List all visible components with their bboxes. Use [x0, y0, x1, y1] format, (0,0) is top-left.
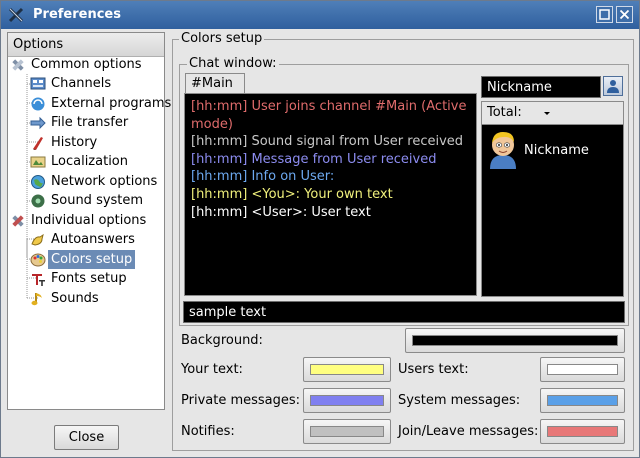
your-text-color-swatch — [310, 364, 384, 375]
sidebar-item-label: Fonts setup — [51, 271, 127, 286]
sidebar-item-label: Common options — [31, 57, 142, 72]
preferences-window: Preferences Options Common options Chann… — [0, 0, 640, 458]
chevron-down-icon[interactable] — [542, 107, 552, 122]
fonts-icon — [30, 271, 46, 287]
palette-icon — [30, 252, 46, 268]
external-programs-icon — [30, 96, 46, 112]
user-list[interactable]: Total: Nickname — [481, 101, 624, 297]
notifies-color-swatch — [310, 426, 384, 437]
user-list-header[interactable]: Total: — [482, 102, 623, 125]
tools-icon — [10, 57, 26, 73]
localization-icon — [30, 154, 46, 170]
sidebar-item-label: Colors setup — [48, 250, 136, 269]
file-transfer-icon — [30, 115, 46, 131]
your-text-color-button[interactable] — [303, 357, 391, 382]
maximize-button[interactable] — [596, 6, 613, 23]
tools-icon — [10, 213, 26, 229]
sidebar-item-label: Individual options — [31, 213, 147, 228]
sidebar-item-label: Network options — [51, 174, 158, 189]
private-messages-label: Private messages: — [181, 393, 301, 408]
network-icon — [30, 174, 46, 190]
sidebar-item-label: Autoanswers — [51, 232, 135, 247]
system-messages-color-button[interactable] — [540, 388, 625, 413]
system-messages-label: System messages: — [398, 393, 521, 408]
close-icon — [619, 9, 630, 20]
background-color-button[interactable] — [405, 328, 625, 353]
notifies-label: Notifies: — [181, 424, 235, 439]
close-button[interactable]: Close — [54, 425, 119, 450]
chat-line-join: [hh:mm] User joins channel #Main (Active… — [191, 99, 467, 132]
your-text-label: Your text: — [181, 362, 243, 377]
join-leave-messages-label: Join/Leave messages: — [398, 424, 539, 439]
private-messages-color-swatch — [310, 395, 384, 406]
maximize-icon — [599, 9, 610, 20]
background-color-swatch — [412, 335, 618, 346]
user-nickname: Nickname — [524, 143, 589, 158]
window-title: Preferences — [33, 7, 121, 22]
user-info-button[interactable] — [603, 76, 623, 96]
chat-line-private-message: [hh:mm] Message from User received — [191, 151, 437, 167]
user-list-item[interactable]: Nickname — [486, 129, 621, 169]
title-bar[interactable]: Preferences — [1, 1, 639, 29]
chat-line-user-text: [hh:mm] <User>: User text — [191, 204, 371, 220]
options-tree[interactable]: Options Common options Channels External… — [7, 32, 171, 410]
chat-line-info: [hh:mm] Info on User: — [191, 169, 335, 185]
sidebar-item-label: Channels — [51, 76, 112, 91]
nickname-field[interactable]: Nickname — [481, 76, 601, 98]
user-avatar-icon — [486, 129, 520, 173]
user-icon — [607, 80, 619, 93]
sound-icon — [30, 193, 46, 209]
history-icon — [30, 135, 46, 151]
autoanswers-icon — [30, 232, 46, 248]
join-leave-color-button[interactable] — [540, 419, 625, 444]
notifies-color-button[interactable] — [303, 419, 391, 444]
channels-icon — [30, 76, 46, 92]
close-window-button[interactable] — [616, 6, 633, 23]
tab-main[interactable]: #Main — [185, 73, 245, 93]
private-messages-color-button[interactable] — [303, 388, 391, 413]
sidebar-item-label: File transfer — [51, 115, 129, 130]
music-note-icon — [30, 291, 46, 307]
user-list-total-label: Total: — [487, 105, 522, 120]
sidebar-item-label: Sound system — [51, 193, 144, 208]
users-text-color-swatch — [547, 364, 618, 375]
users-text-color-button[interactable] — [540, 357, 625, 382]
app-logo-icon — [7, 6, 25, 24]
system-messages-color-swatch — [547, 395, 618, 406]
chat-line-own-text: [hh:mm] <You>: Your own text — [191, 186, 393, 202]
chat-window-title: Chat window: — [187, 56, 279, 71]
sidebar-item-label: Sounds — [51, 291, 99, 306]
colors-setup-title: Colors setup — [179, 31, 265, 46]
background-label: Background: — [181, 333, 263, 348]
sidebar-item-label: External programs — [51, 96, 172, 111]
sample-text-input[interactable]: sample text — [183, 301, 625, 323]
chat-line-sound-signal: [hh:mm] Sound signal from User received — [191, 134, 464, 150]
sidebar-item-label: Localization — [51, 154, 128, 169]
chat-preview: [hh:mm] User joins channel #Main (Active… — [184, 93, 477, 296]
sidebar-item-label: History — [51, 135, 98, 150]
join-leave-color-swatch — [547, 426, 618, 437]
users-text-label: Users text: — [398, 362, 469, 377]
